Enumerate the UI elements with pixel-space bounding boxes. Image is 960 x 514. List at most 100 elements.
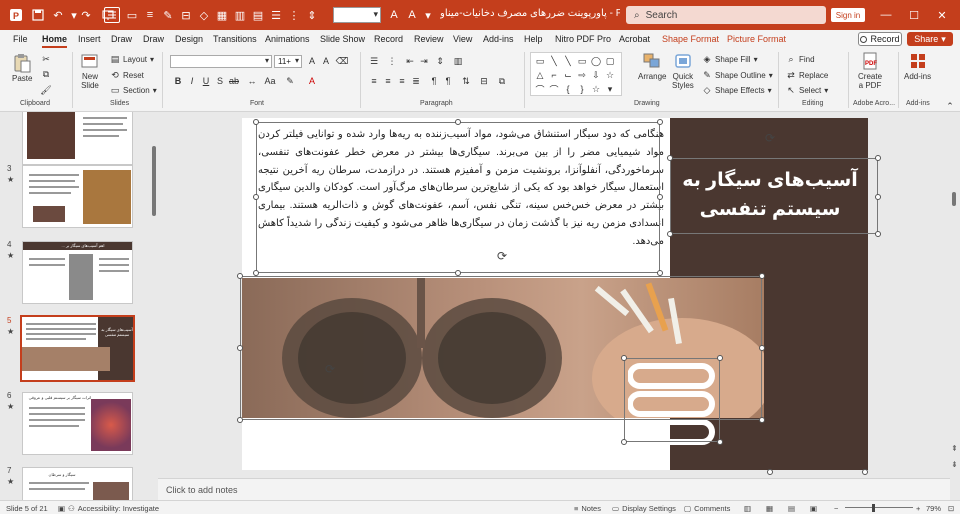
bullets-icon[interactable]: ☰ — [268, 7, 284, 23]
rotate-handle-icon[interactable]: ⟳ — [323, 362, 337, 376]
resize-handle[interactable] — [253, 270, 259, 276]
slide-thumbnail-6[interactable]: اثرات سیگار بر سیستم قلبی و عروقی — [22, 392, 133, 455]
slide-thumbnail-7[interactable]: سیگار و سرطان — [22, 467, 133, 500]
rtl-icon[interactable]: ¶ — [442, 75, 454, 87]
find-button[interactable]: ⌕ Find — [786, 54, 814, 64]
shape-outline-button[interactable]: ✎ Shape Outline ▾ — [702, 70, 773, 80]
tab-review[interactable]: Review — [414, 34, 444, 44]
tab-draw-2[interactable]: Draw — [143, 34, 164, 44]
slide-sorter-icon[interactable]: ▦ — [766, 504, 773, 513]
thumbnail-scrollbar[interactable] — [150, 112, 158, 500]
notes-pane[interactable]: Click to add notes — [158, 478, 950, 500]
decrease-indent-icon[interactable]: ⇤ — [404, 55, 416, 67]
zoom-slider-thumb[interactable] — [872, 504, 875, 512]
resize-handle[interactable] — [767, 469, 773, 475]
sign-in-button[interactable]: Sign in — [831, 8, 865, 22]
resize-handle[interactable] — [237, 417, 243, 423]
tab-transitions[interactable]: Transitions — [213, 34, 257, 44]
resize-handle[interactable] — [237, 273, 243, 279]
text-box-icon[interactable]: ▭ — [124, 7, 140, 23]
slide-thumbnail-2[interactable] — [22, 112, 133, 165]
font-size-combo[interactable]: 11+ — [274, 55, 302, 68]
tab-add-ins[interactable]: Add-ins — [483, 34, 514, 44]
select-button[interactable]: ↖ Select ▾ — [786, 85, 828, 95]
clear-format-icon[interactable]: ⌫ — [336, 55, 349, 67]
line-shape-2-icon[interactable]: ╲ — [562, 56, 574, 66]
zoom-level[interactable]: 79% — [926, 504, 941, 513]
arc-shape-icon[interactable]: ⌒ — [548, 84, 560, 95]
curve-shape-icon[interactable]: ⌒ — [534, 84, 546, 95]
resize-handle[interactable] — [717, 355, 723, 361]
next-slide-icon[interactable]: ⇟ — [951, 460, 958, 469]
normal-view-icon[interactable]: ▥ — [744, 504, 751, 513]
minimize-icon[interactable]: — — [876, 6, 896, 24]
previous-slide-icon[interactable]: ⇞ — [951, 444, 958, 453]
align-left-icon[interactable]: ≡ — [368, 75, 380, 87]
tab-animations[interactable]: Animations — [265, 34, 310, 44]
create-pdf-button[interactable]: PDF Create a PDF — [858, 52, 882, 90]
columns-icon[interactable]: ▥ — [452, 55, 464, 67]
tab-view[interactable]: View — [453, 34, 472, 44]
resize-handle[interactable] — [657, 194, 663, 200]
decrease-font-icon[interactable]: A — [320, 55, 332, 67]
increase-indent-icon[interactable]: ⇥ — [418, 55, 430, 67]
tab-nitro-pdf[interactable]: Nitro PDF Pro — [555, 34, 611, 44]
resize-handle[interactable] — [657, 270, 663, 276]
triangle-shape-icon[interactable]: △ — [534, 70, 546, 80]
align-left-icon[interactable]: ≡ — [142, 7, 158, 23]
scrollbar-thumb[interactable] — [952, 192, 956, 206]
shapes-gallery[interactable]: ▭ ╲ ╲ ▭ ◯ ▢ △ ⌐ ⌙ ⇨ ⇩ ☆ ⌒ ⌒ { } ☆ ▾ — [530, 52, 622, 96]
notes-button[interactable]: ≡ Notes — [574, 504, 601, 513]
font-shrink-icon[interactable]: A — [404, 7, 420, 23]
rotate-handle-icon[interactable]: ⟳ — [495, 249, 509, 263]
resize-handle[interactable] — [667, 231, 673, 237]
slide-thumbnail-4[interactable]: اهم آسیب‌های سیگار بر ... — [22, 241, 133, 304]
more-shapes-icon[interactable]: ▾ — [604, 84, 616, 94]
resize-handle[interactable] — [759, 273, 765, 279]
justify-icon[interactable]: ≣ — [410, 75, 422, 87]
align-text-icon[interactable]: ⊟ — [478, 75, 490, 87]
resize-handle[interactable] — [759, 345, 765, 351]
slide-thumbnail-5[interactable]: آسیب‌های سیگار به سیستم تنفسی — [20, 315, 135, 382]
tab-insert[interactable]: Insert — [78, 34, 101, 44]
ruler-icon[interactable]: ▤ — [250, 7, 266, 23]
smartart-icon[interactable]: ⧉ — [496, 75, 508, 87]
search-box[interactable]: ⌕ Search — [626, 6, 826, 24]
format-painter-icon[interactable]: 🖌 — [40, 84, 52, 96]
resize-handle[interactable] — [621, 355, 627, 361]
display-settings-button[interactable]: ▭ Display Settings — [612, 504, 676, 513]
rotate-handle-icon[interactable]: ⟳ — [763, 131, 777, 145]
tab-file[interactable]: File — [13, 34, 28, 44]
redo-icon[interactable]: ↷ — [78, 7, 94, 23]
tab-home[interactable]: Home — [42, 34, 68, 48]
resize-handle[interactable] — [253, 119, 259, 125]
zoom-slider[interactable] — [845, 507, 913, 508]
section-button[interactable]: ▭ Section ▾ — [110, 85, 157, 95]
numbering-icon[interactable]: ⋮ — [386, 55, 398, 67]
star-5-shape-icon[interactable]: ☆ — [590, 84, 602, 94]
tab-draw[interactable]: Draw — [111, 34, 132, 44]
resize-handle[interactable] — [253, 194, 259, 200]
resize-handle[interactable] — [862, 469, 868, 475]
tab-acrobat[interactable]: Acrobat — [619, 34, 650, 44]
bullets-icon[interactable]: ☰ — [368, 55, 380, 67]
oval-shape-icon[interactable]: ◯ — [590, 56, 602, 66]
tab-design[interactable]: Design — [175, 34, 203, 44]
brace-right-shape-icon[interactable]: } — [576, 84, 588, 94]
collapse-ribbon-icon[interactable]: ⌃ — [944, 100, 956, 112]
replace-button[interactable]: ⇄ Replace — [786, 70, 828, 80]
italic-icon[interactable]: I — [186, 75, 198, 87]
star-shape-icon[interactable]: ☆ — [604, 70, 616, 80]
rectangle-shape-icon[interactable]: ▭ — [576, 56, 588, 66]
resize-handle[interactable] — [759, 417, 765, 423]
scrollbar-thumb[interactable] — [152, 146, 156, 216]
cut-icon[interactable]: ✂ — [40, 53, 52, 65]
text-box-shape-icon[interactable]: ▭ — [534, 56, 546, 66]
resize-handle[interactable] — [875, 194, 881, 200]
editor-scrollbar[interactable]: ⇞ ⇟ — [950, 112, 960, 478]
resize-handle[interactable] — [455, 270, 461, 276]
font-grow-icon[interactable]: A — [386, 7, 402, 23]
copy-icon[interactable]: ⧉ — [40, 68, 52, 80]
tab-picture-format[interactable]: Picture Format — [727, 34, 786, 44]
resize-handle[interactable] — [455, 119, 461, 125]
